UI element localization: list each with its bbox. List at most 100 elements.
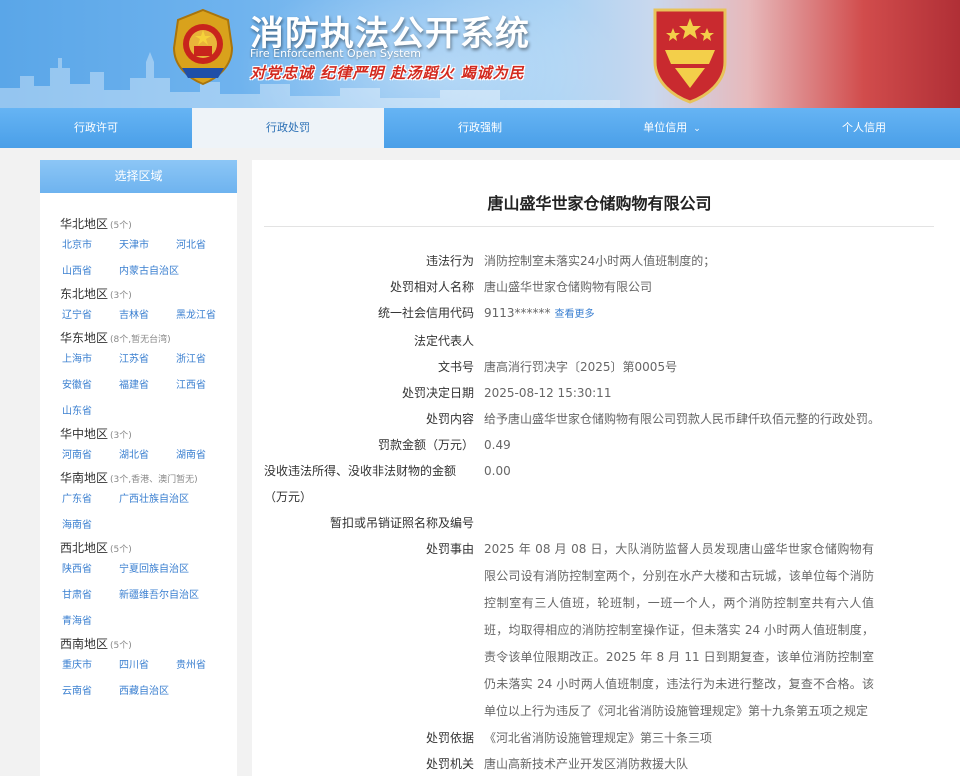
region-name: 东北地区 xyxy=(60,287,109,301)
province-link[interactable]: 重庆市 xyxy=(62,653,119,679)
province-link[interactable]: 内蒙古自治区 xyxy=(119,259,233,285)
province-link[interactable]: 上海市 xyxy=(62,347,119,373)
field-label: 处罚决定日期 xyxy=(401,386,474,400)
field-penalty-authority: 处罚机关 唐山高新技术产业开发区消防救援大队 xyxy=(252,751,960,776)
province-list: 辽宁省 吉林省 黑龙江省 xyxy=(60,303,237,329)
province-link[interactable]: 福建省 xyxy=(119,373,176,399)
nav-item-personal-credit[interactable]: 个人信用 xyxy=(768,108,960,148)
title-divider xyxy=(264,226,934,227)
region-title: 华南地区 (3个,香港、澳门暂无) xyxy=(60,469,237,487)
province-link[interactable]: 湖北省 xyxy=(119,443,176,469)
province-link[interactable]: 青海省 xyxy=(62,609,119,635)
province-link[interactable]: 湖南省 xyxy=(176,443,233,469)
field-penalty-basis: 处罚依据 《河北省消防设施管理规定》第三十条三项 xyxy=(252,725,960,751)
province-link[interactable]: 广东省 xyxy=(62,487,119,513)
fire-rescue-emblem xyxy=(172,8,234,86)
field-fine-amount: 罚款金额（万元） 0.49 xyxy=(252,432,960,458)
field-confiscation-amount: 没收违法所得、没收非法财物的金额（万元） 0.00 xyxy=(252,458,960,510)
region-note: (5个) xyxy=(110,545,132,555)
field-label: 处罚依据 xyxy=(425,731,474,745)
field-penalty-content: 处罚内容 给予唐山盛华世家仓储购物有限公司罚款人民币肆仟玖佰元整的行政处罚。 xyxy=(252,406,960,432)
company-title: 唐山盛华世家仓储购物有限公司 xyxy=(487,194,712,213)
province-link[interactable]: 江苏省 xyxy=(119,347,176,373)
province-link[interactable]: 北京市 xyxy=(62,233,119,259)
sidebar-title: 选择区域 xyxy=(40,160,237,193)
field-license: 暂扣或吊销证照名称及编号 xyxy=(252,510,960,536)
province-link[interactable]: 海南省 xyxy=(62,513,119,539)
province-link[interactable]: 山东省 xyxy=(62,399,119,425)
province-list: 河南省 湖北省 湖南省 xyxy=(60,443,237,469)
province-link[interactable]: 贵州省 xyxy=(176,653,233,679)
detail-fields: 违法行为 消防控制室未落实24小时两人值班制度的； 处罚相对人名称 唐山盛华世家… xyxy=(252,248,960,776)
field-violation: 违法行为 消防控制室未落实24小时两人值班制度的； xyxy=(252,248,960,274)
province-list: 上海市 江苏省 浙江省安徽省 福建省 江西省山东省 xyxy=(60,347,237,425)
region-sidebar: 选择区域 华北地区 (5个) 北京市 天津市 河北省 山西省 内蒙古自治区 东北地区 (3个) 辽… xyxy=(40,160,237,776)
field-value: 给予唐山盛华世家仓储购物有限公司罚款人民币肆仟玖佰元整的行政处罚。 xyxy=(484,412,881,426)
province-link[interactable]: 河南省 xyxy=(62,443,119,469)
field-label: 罚款金额（万元） xyxy=(377,438,474,452)
province-link[interactable]: 四川省 xyxy=(119,653,176,679)
province-link[interactable]: 山西省 xyxy=(62,259,119,285)
nav-item-unit-credit-label: 单位信用 xyxy=(643,121,688,134)
province-link[interactable]: 辽宁省 xyxy=(62,303,119,329)
province-link[interactable]: 黑龙江省 xyxy=(176,303,233,329)
field-label: 暂扣或吊销证照名称及编号 xyxy=(329,516,474,530)
province-list: 重庆市 四川省 贵州省云南省 西藏自治区 xyxy=(60,653,237,705)
field-value: 2025-08-12 15:30:11 xyxy=(484,386,612,400)
nav-item-administrative-penalty[interactable]: 行政处罚 xyxy=(192,108,384,148)
nav-item-unit-credit[interactable]: 单位信用 ⌄ xyxy=(576,108,768,148)
region-note: (3个,香港、澳门暂无) xyxy=(110,475,198,485)
nav-item-administrative-enforcement[interactable]: 行政强制 xyxy=(384,108,576,148)
province-link[interactable]: 浙江省 xyxy=(176,347,233,373)
region-title: 西北地区 (5个) xyxy=(60,539,237,557)
field-decision-date: 处罚决定日期 2025-08-12 15:30:11 xyxy=(252,380,960,406)
field-legal-representative: 法定代表人 xyxy=(252,328,960,354)
region-title: 华中地区 (3个) xyxy=(60,425,237,443)
province-link[interactable]: 西藏自治区 xyxy=(119,679,233,705)
province-link[interactable]: 河北省 xyxy=(176,233,233,259)
penalty-detail-panel: 唐山盛华世家仓储购物有限公司 违法行为 消防控制室未落实24小时两人值班制度的；… xyxy=(252,160,960,776)
field-label: 没收违法所得、没收非法财物的金额（万元） xyxy=(264,464,457,504)
field-label: 处罚相对人名称 xyxy=(389,280,474,294)
field-label: 文书号 xyxy=(437,360,474,374)
field-value: 唐山盛华世家仓储购物有限公司 xyxy=(484,280,653,294)
field-value: 唐山高新技术产业开发区消防救援大队 xyxy=(484,757,689,771)
region-name: 华北地区 xyxy=(60,217,109,231)
main-navigation: 行政许可 行政处罚 行政强制 单位信用 ⌄ 个人信用 xyxy=(0,108,960,148)
fire-rescue-flag-badge xyxy=(653,8,727,104)
field-label: 统一社会信用代码 xyxy=(377,306,474,320)
view-more-link[interactable]: 查看更多 xyxy=(555,309,595,320)
nav-item-administrative-license[interactable]: 行政许可 xyxy=(0,108,192,148)
field-value: 0.00 xyxy=(484,464,511,478)
field-value: 0.49 xyxy=(484,438,511,452)
field-value: 消防控制室未落实24小时两人值班制度的； xyxy=(484,254,716,268)
slogan: 对党忠诚 纪律严明 赴汤蹈火 竭诚为民 xyxy=(250,64,525,82)
region-note: (5个) xyxy=(110,221,132,231)
province-link[interactable]: 云南省 xyxy=(62,679,119,705)
field-label: 违法行为 xyxy=(425,254,474,268)
field-value xyxy=(478,328,878,354)
field-party: 处罚相对人名称 唐山盛华世家仓储购物有限公司 xyxy=(252,274,960,300)
field-value: 2025 年 08 月 08 日，大队消防监督人员发现唐山盛华世家仓储购物有限公… xyxy=(484,542,874,718)
province-link[interactable]: 陕西省 xyxy=(62,557,119,583)
province-link[interactable]: 甘肃省 xyxy=(62,583,119,609)
province-link[interactable]: 江西省 xyxy=(176,373,233,399)
province-link[interactable]: 宁夏回族自治区 xyxy=(119,557,233,583)
province-link[interactable]: 吉林省 xyxy=(119,303,176,329)
chevron-down-icon: ⌄ xyxy=(693,124,701,134)
region-list: 华北地区 (5个) 北京市 天津市 河北省 山西省 内蒙古自治区 东北地区 (3个) 辽宁省 吉林省… xyxy=(40,193,237,705)
field-label: 处罚内容 xyxy=(425,412,474,426)
region-name: 华南地区 xyxy=(60,471,109,485)
field-value: 《河北省消防设施管理规定》第三十条三项 xyxy=(484,731,713,745)
header-banner: 消防执法公开系统 Fire Enforcement Open System 对党… xyxy=(0,0,960,108)
province-link[interactable]: 安徽省 xyxy=(62,373,119,399)
province-link[interactable]: 天津市 xyxy=(119,233,176,259)
province-link[interactable]: 新疆维吾尔自治区 xyxy=(119,583,233,609)
credit-code-value: 9113****** xyxy=(484,306,551,320)
province-link[interactable]: 广西壮族自治区 xyxy=(119,487,233,513)
region-title: 华北地区 (5个) xyxy=(60,215,237,233)
region-note: (3个) xyxy=(110,431,132,441)
field-value xyxy=(478,510,878,536)
field-value: 唐高消行罚决字〔2025〕第0005号 xyxy=(484,360,678,374)
province-list: 陕西省 宁夏回族自治区 甘肃省 新疆维吾尔自治区 青海省 xyxy=(60,557,237,635)
